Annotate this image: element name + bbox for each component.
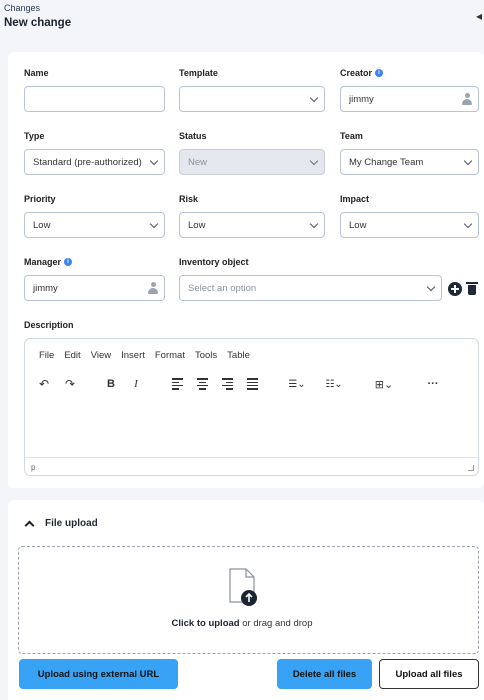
numbered-list-icon[interactable]: ☷⌄ [321, 375, 347, 393]
menu-insert[interactable]: Insert [121, 350, 145, 361]
italic-icon[interactable]: I [130, 375, 142, 393]
table-icon[interactable]: ⊞⌄ [371, 375, 397, 393]
click-to-upload-link[interactable]: Click to upload [172, 618, 240, 629]
page-title: New change [4, 17, 72, 29]
editor-statusbar: p [25, 457, 478, 475]
chevron-down-icon [309, 156, 319, 166]
align-right-icon[interactable] [220, 375, 234, 393]
risk-select[interactable]: Low [179, 212, 325, 238]
menu-tools[interactable]: Tools [195, 350, 217, 361]
breadcrumb[interactable]: Changes [4, 3, 40, 13]
file-upload-header[interactable]: File upload [24, 518, 98, 531]
chevron-down-icon [309, 219, 319, 229]
risk-label: Risk [179, 194, 199, 204]
inventory-select[interactable]: Select an option [179, 275, 442, 301]
menu-format[interactable]: Format [155, 350, 185, 361]
name-label: Name [24, 68, 49, 78]
delete-all-files-button[interactable]: Delete all files [277, 659, 372, 689]
collapse-icon[interactable]: ◂ [476, 9, 482, 23]
align-center-icon[interactable] [195, 375, 209, 393]
name-input[interactable] [24, 86, 165, 112]
chevron-down-icon [426, 282, 436, 292]
creator-field[interactable]: jimmy [340, 86, 479, 112]
creator-label: Creator i [340, 68, 384, 78]
menu-file[interactable]: File [39, 350, 54, 361]
priority-select[interactable]: Low [24, 212, 165, 238]
user-icon [148, 282, 158, 295]
add-circle-icon[interactable] [448, 282, 462, 296]
menu-view[interactable]: View [91, 350, 111, 361]
impact-label: Impact [340, 194, 370, 204]
chevron-down-icon [149, 219, 159, 229]
template-label: Template [179, 68, 218, 78]
more-icon[interactable]: ··· [425, 375, 441, 393]
upload-external-url-button[interactable]: Upload using external URL [19, 659, 178, 689]
undo-icon[interactable]: ↶ [37, 375, 51, 393]
bullet-list-icon[interactable]: ☰⌄ [285, 375, 309, 393]
file-upload-icon [229, 568, 257, 606]
element-path: p [31, 463, 36, 472]
editor-menubar: File Edit View Insert Format Tools Table [39, 350, 250, 361]
team-label: Team [340, 131, 363, 141]
impact-select[interactable]: Low [340, 212, 479, 238]
team-select[interactable]: My Change Team [340, 149, 479, 175]
chevron-down-icon [149, 156, 159, 166]
align-justify-icon[interactable] [245, 375, 259, 393]
type-select[interactable]: Standard (pre-authorized) [24, 149, 165, 175]
template-select[interactable] [179, 86, 325, 112]
redo-icon[interactable]: ↷ [63, 375, 77, 393]
trash-icon[interactable] [466, 281, 478, 296]
manager-field[interactable]: jimmy [24, 275, 165, 301]
rich-text-editor[interactable]: File Edit View Insert Format Tools Table… [24, 338, 479, 476]
info-icon[interactable]: i [64, 258, 73, 266]
status-select: New [179, 149, 325, 175]
inventory-label: Inventory object [179, 257, 249, 267]
menu-table[interactable]: Table [227, 350, 250, 361]
type-label: Type [24, 131, 45, 141]
editor-toolbar: ↶ ↷ B I ☰⌄ ☷⌄ ⊞⌄ ··· [33, 375, 463, 393]
manager-label: Manager i [24, 257, 73, 267]
priority-label: Priority [24, 194, 56, 204]
upload-all-files-button[interactable]: Upload all files [379, 659, 479, 689]
info-icon[interactable]: i [375, 69, 384, 77]
menu-edit[interactable]: Edit [64, 350, 80, 361]
drag-drop-text: or drag and drop [239, 618, 313, 629]
resize-handle-icon[interactable] [468, 465, 474, 471]
description-label: Description [24, 320, 74, 330]
chevron-up-icon [24, 520, 35, 531]
bold-icon[interactable]: B [105, 375, 117, 393]
file-upload-title: File upload [45, 518, 98, 529]
chevron-down-icon [463, 156, 473, 166]
user-icon [462, 93, 472, 106]
align-left-icon[interactable] [170, 375, 184, 393]
status-label: Status [179, 131, 207, 141]
chevron-down-icon [309, 93, 319, 103]
chevron-down-icon [463, 219, 473, 229]
dropzone-text: Click to upload or drag and drop [0, 618, 484, 629]
